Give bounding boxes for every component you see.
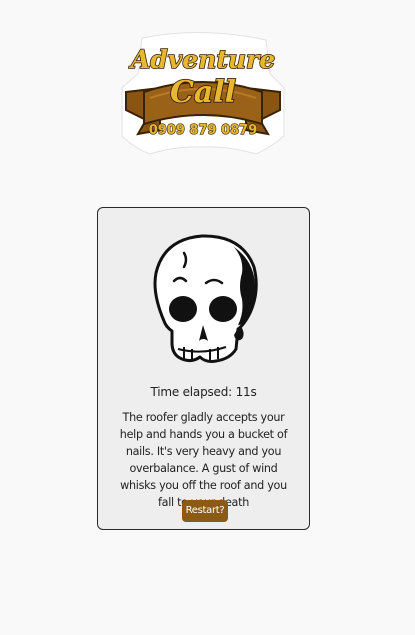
page: Adventure Call 0909 879 0879 Time elapse…	[0, 0, 415, 635]
logo-graphic: Adventure Call 0909 879 0879	[121, 32, 285, 155]
adventure-call-logo: Adventure Call 0909 879 0879	[120, 30, 286, 158]
game-card: Time elapsed: 11s The roofer gladly acce…	[97, 207, 310, 530]
story-message: The roofer gladly accepts your help and …	[119, 411, 288, 509]
logo-line1: Adventure	[129, 45, 275, 74]
logo-phone: 0909 879 0879	[149, 123, 258, 138]
time-elapsed: Time elapsed: 11s	[150, 385, 257, 399]
skull-icon	[150, 233, 260, 368]
restart-button[interactable]: Restart?	[182, 500, 228, 522]
logo-line2: Call	[170, 75, 236, 110]
